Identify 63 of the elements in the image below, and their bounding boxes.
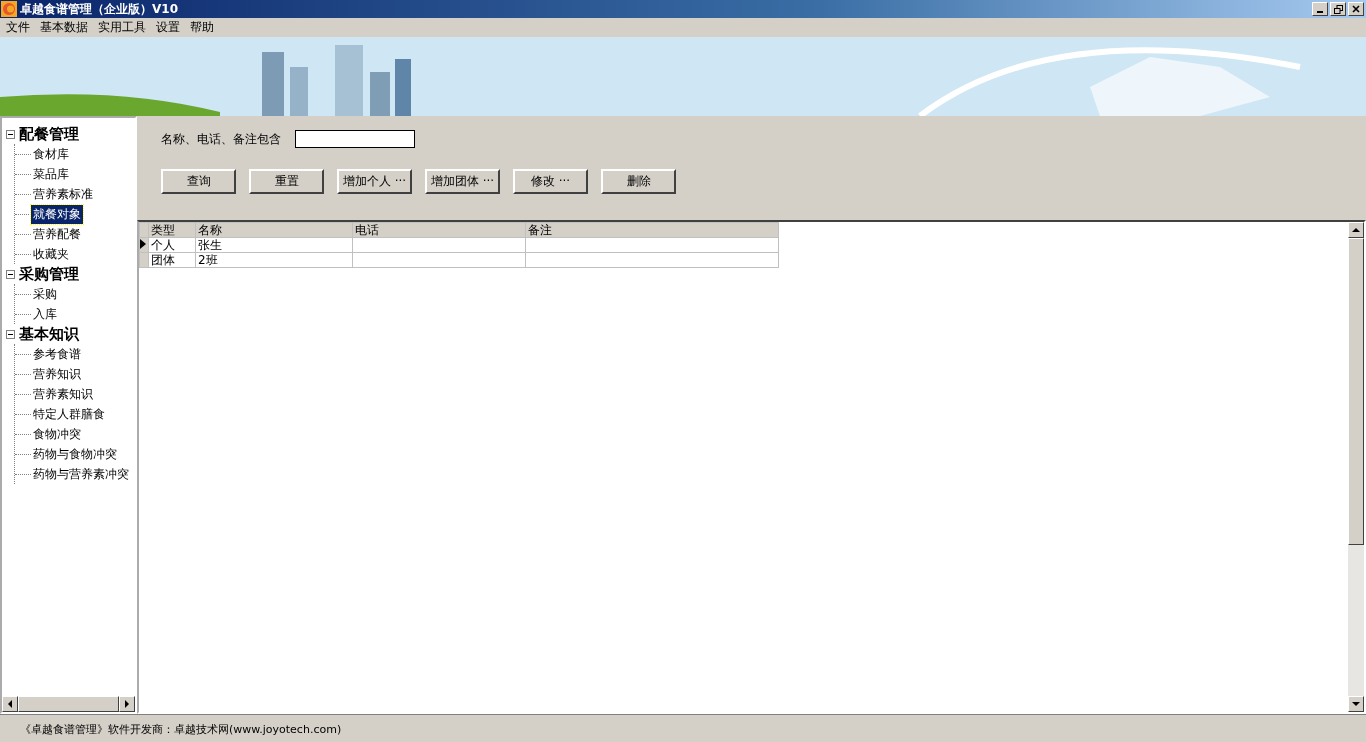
- close-button[interactable]: [1348, 2, 1364, 16]
- status-text: 《卓越食谱管理》软件开发商：卓越技术网(www.joyotech.com): [20, 721, 342, 737]
- column-header[interactable]: 电话: [352, 222, 526, 238]
- scroll-up-button[interactable]: [1348, 222, 1364, 238]
- tree-item[interactable]: 参考食谱: [31, 344, 83, 364]
- app-logo-icon: [1, 1, 17, 17]
- tree-item[interactable]: 营养素标准: [31, 184, 95, 204]
- restore-icon: [1333, 4, 1343, 14]
- menu-item[interactable]: 帮助: [186, 19, 220, 36]
- table-cell: 团体: [148, 252, 196, 268]
- column-header[interactable]: 备注: [525, 222, 779, 238]
- column-header[interactable]: 名称: [195, 222, 353, 238]
- minimize-button[interactable]: [1312, 2, 1328, 16]
- toolbar-button[interactable]: 查询: [161, 169, 236, 194]
- down-arrow-icon: [1351, 699, 1361, 709]
- toolbar-button[interactable]: 修改 ···: [513, 169, 588, 194]
- scroll-right-button[interactable]: [119, 696, 135, 712]
- up-arrow-icon: [1351, 225, 1361, 235]
- tree-group[interactable]: 配餐管理: [19, 124, 79, 144]
- table-cell: 张生: [195, 237, 353, 253]
- right-arrow-icon: [123, 698, 131, 710]
- tree-item[interactable]: 药物与食物冲突: [31, 444, 119, 464]
- tree-item[interactable]: 营养配餐: [31, 224, 83, 244]
- toolbar-button[interactable]: 删除: [601, 169, 676, 194]
- tree-item[interactable]: 食物冲突: [31, 424, 83, 444]
- tree-item[interactable]: 菜品库: [31, 164, 71, 184]
- search-label: 名称、电话、备注包含: [161, 130, 281, 148]
- row-header[interactable]: [139, 237, 149, 253]
- scroll-left-button[interactable]: [2, 696, 18, 712]
- tree-item[interactable]: 营养知识: [31, 364, 83, 384]
- collapse-icon[interactable]: [6, 329, 15, 339]
- menu-item[interactable]: 基本数据: [36, 19, 94, 36]
- scrollbar-thumb[interactable]: [1348, 238, 1364, 545]
- window-title: 卓越食谱管理（企业版）V10: [20, 0, 179, 18]
- header-corner: [139, 222, 149, 238]
- table-cell: 2班: [195, 252, 353, 268]
- tree-item[interactable]: 就餐对象: [31, 204, 83, 224]
- collapse-icon[interactable]: [6, 269, 15, 279]
- tree-item[interactable]: 食材库: [31, 144, 71, 164]
- tree-group[interactable]: 采购管理: [19, 264, 79, 284]
- toolbar-button[interactable]: 增加团体 ···: [425, 169, 500, 194]
- tree-item[interactable]: 入库: [31, 304, 59, 324]
- menu-item[interactable]: 文件: [2, 19, 36, 36]
- toolbar-button[interactable]: 增加个人 ···: [337, 169, 412, 194]
- close-icon: [1352, 5, 1360, 13]
- left-arrow-icon: [6, 698, 14, 710]
- scroll-down-button[interactable]: [1348, 696, 1364, 712]
- tree-item[interactable]: 特定人群膳食: [31, 404, 107, 424]
- menu-item[interactable]: 设置: [152, 19, 186, 36]
- tree-item[interactable]: 收藏夹: [31, 244, 71, 264]
- current-row-icon: [140, 239, 146, 249]
- search-field[interactable]: [295, 130, 415, 148]
- tree-item[interactable]: 采购: [31, 284, 59, 304]
- tree-item[interactable]: 药物与营养素冲突: [31, 464, 131, 484]
- menu-item[interactable]: 实用工具: [94, 19, 152, 36]
- toolbar-button[interactable]: 重置: [249, 169, 324, 194]
- table-cell: 个人: [148, 237, 196, 253]
- scrollbar-thumb[interactable]: [18, 696, 119, 712]
- column-header[interactable]: 类型: [148, 222, 196, 238]
- tree-item[interactable]: 营养素知识: [31, 384, 95, 404]
- collapse-icon[interactable]: [6, 129, 15, 139]
- restore-button[interactable]: [1330, 2, 1346, 16]
- tree-group[interactable]: 基本知识: [19, 324, 79, 344]
